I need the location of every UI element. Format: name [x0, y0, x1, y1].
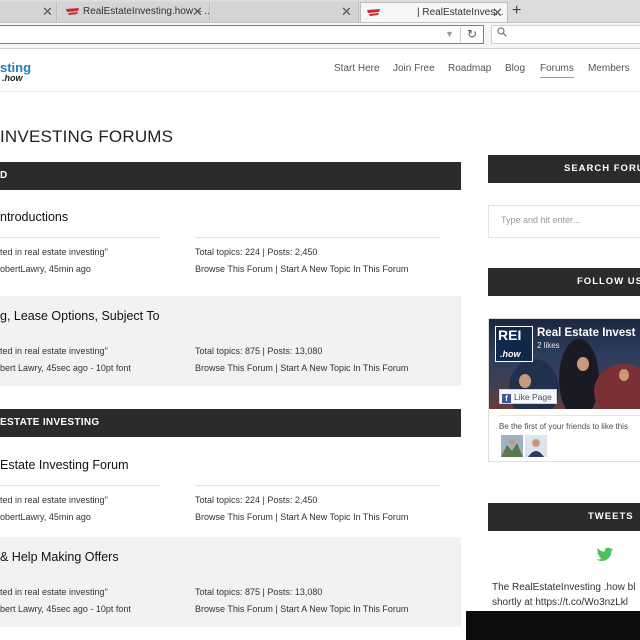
- forum-stats: Total topics: 875 | Posts: 13,080: [195, 346, 323, 356]
- sidebar-heading-text: TWEETS: [588, 511, 634, 522]
- close-tab-icon[interactable]: ✕: [192, 2, 203, 21]
- facebook-f-icon: f: [502, 394, 511, 403]
- forum-actions-links[interactable]: Browse This Forum | Start A New Topic In…: [195, 604, 408, 614]
- forum-stats: Total topics: 224 | Posts: 2,450: [195, 495, 318, 505]
- facebook-page-logo[interactable]: REI .how: [495, 326, 533, 362]
- forum-actions-links[interactable]: Browse This Forum | Start A New Topic In…: [195, 512, 408, 522]
- sidebar-heading-text: SEARCH FORU: [564, 163, 640, 174]
- twitter-bird-icon[interactable]: [596, 547, 614, 563]
- forum-latest-topic[interactable]: ted in real estate investing": [0, 495, 108, 505]
- nav-members[interactable]: Members: [588, 63, 630, 74]
- facebook-like-button[interactable]: f Like Page: [499, 389, 557, 404]
- forum-row: ntroductions ted in real estate investin…: [0, 197, 461, 287]
- nav-roadmap[interactable]: Roadmap: [448, 63, 491, 74]
- close-tab-icon[interactable]: ✕: [42, 2, 53, 21]
- forum-latest-topic[interactable]: ted in real estate investing": [0, 247, 108, 257]
- divider: [0, 485, 160, 486]
- close-tab-icon[interactable]: ✕: [341, 2, 352, 21]
- section-label: ESTATE INVESTING: [0, 417, 100, 428]
- tweet-line: shortly at https://t.co/Wo3nzLkl: [492, 597, 628, 608]
- forum-actions-links[interactable]: Browse This Forum | Start A New Topic In…: [195, 363, 408, 373]
- latest-tweet[interactable]: The RealEstateInvesting .how bl shortly …: [492, 580, 640, 610]
- forum-title-link[interactable]: ntroductions: [0, 210, 68, 224]
- url-bar[interactable]: ▼ ↻: [0, 25, 484, 44]
- tab-title: | RealEstateInves...: [417, 7, 504, 18]
- divider: [195, 485, 440, 486]
- tab-title: RealEstateInvesting.how – ...: [83, 6, 210, 17]
- like-label: Like Page: [514, 392, 552, 402]
- forum-latest-topic[interactable]: ted in real estate investing": [0, 346, 108, 356]
- sidebar-heading-text: FOLLOW US: [577, 276, 640, 287]
- nav-forums[interactable]: Forums: [540, 63, 574, 78]
- section-label: D: [0, 170, 8, 181]
- forum-stats: Total topics: 875 | Posts: 13,080: [195, 587, 323, 597]
- search-icon: [497, 27, 507, 40]
- browser-tab-1[interactable]: ✕: [0, 2, 57, 22]
- forum-latest-author: bert Lawry, 45sec ago - 10pt font: [0, 363, 131, 373]
- browser-tab-2[interactable]: RealEstateInvesting.how – ... ✕: [58, 2, 210, 22]
- forum-row: & Help Making Offers ted in real estate …: [0, 537, 461, 627]
- facebook-like-count: 2 likes: [537, 341, 560, 350]
- forum-latest-author: obertLawry, 45min ago: [0, 512, 91, 522]
- forum-actions-links[interactable]: Browse This Forum | Start A New Topic In…: [195, 264, 408, 274]
- sidebar-footer-block: [466, 611, 640, 640]
- forum-row: g, Lease Options, Subject To ted in real…: [0, 296, 461, 386]
- browser-tab-strip: ✕ RealEstateInvesting.how – ... ✕ ✕ | Re…: [0, 0, 640, 23]
- forum-search-input[interactable]: [501, 215, 640, 225]
- site-logo-suffix[interactable]: .how: [2, 73, 23, 83]
- nav-blog[interactable]: Blog: [505, 63, 525, 74]
- site-favicon-icon: [66, 8, 79, 15]
- fb-logo-suffix: .how: [500, 349, 521, 359]
- forum-title-link[interactable]: g, Lease Options, Subject To: [0, 309, 160, 323]
- divider: [0, 237, 160, 238]
- browser-tab-3[interactable]: ✕: [211, 2, 359, 22]
- nav-join-free[interactable]: Join Free: [393, 63, 435, 74]
- url-dropdown-icon[interactable]: ▼: [445, 29, 454, 39]
- fb-logo-text: REI: [498, 327, 522, 343]
- facebook-friends-note: Be the first of your friends to like thi…: [499, 422, 628, 431]
- forum-latest-author: obertLawry, 45min ago: [0, 264, 91, 274]
- divider: [195, 237, 440, 238]
- page-title: INVESTING FORUMS: [0, 127, 174, 146]
- forum-stats: Total topics: 224 | Posts: 2,450: [195, 247, 318, 257]
- site-favicon-icon: [367, 9, 380, 16]
- sidebar-tweets-heading: TWEETS: [488, 503, 640, 531]
- friend-avatar[interactable]: [525, 435, 547, 457]
- sidebar-search-heading: SEARCH FORU: [488, 155, 640, 183]
- forum-title-link[interactable]: Estate Investing Forum: [0, 458, 129, 472]
- forum-section-header: ESTATE INVESTING: [0, 409, 461, 437]
- forum-section-header: D: [0, 162, 461, 190]
- nav-start-here[interactable]: Start Here: [334, 63, 380, 74]
- facebook-page-widget: REI .how Real Estate Invest 2 likes f Lik…: [488, 318, 640, 462]
- forum-latest-author: bert Lawry, 45sec ago - 10pt font: [0, 604, 131, 614]
- new-tab-button[interactable]: +: [512, 1, 521, 21]
- sidebar-search-box[interactable]: [488, 205, 640, 238]
- browser-tab-active[interactable]: | RealEstateInves... ✕: [360, 2, 508, 22]
- reload-icon[interactable]: ↻: [460, 27, 483, 42]
- friend-avatar[interactable]: [501, 435, 523, 457]
- tweet-line: The RealEstateInvesting .how bl: [492, 582, 636, 593]
- facebook-page-name[interactable]: Real Estate Invest: [537, 327, 635, 339]
- forum-latest-topic[interactable]: ted in real estate investing": [0, 587, 108, 597]
- browser-nav-bar: ▼ ↻: [0, 23, 640, 49]
- divider: [499, 415, 640, 416]
- browser-search-field[interactable]: [491, 25, 640, 44]
- sidebar-follow-heading: FOLLOW US: [488, 268, 640, 296]
- close-tab-icon[interactable]: ✕: [492, 3, 503, 22]
- forum-title-link[interactable]: & Help Making Offers: [0, 550, 119, 564]
- forum-row: Estate Investing Forum ted in real estat…: [0, 445, 461, 535]
- site-header: sting .how Start Here Join Free Roadmap …: [0, 49, 640, 92]
